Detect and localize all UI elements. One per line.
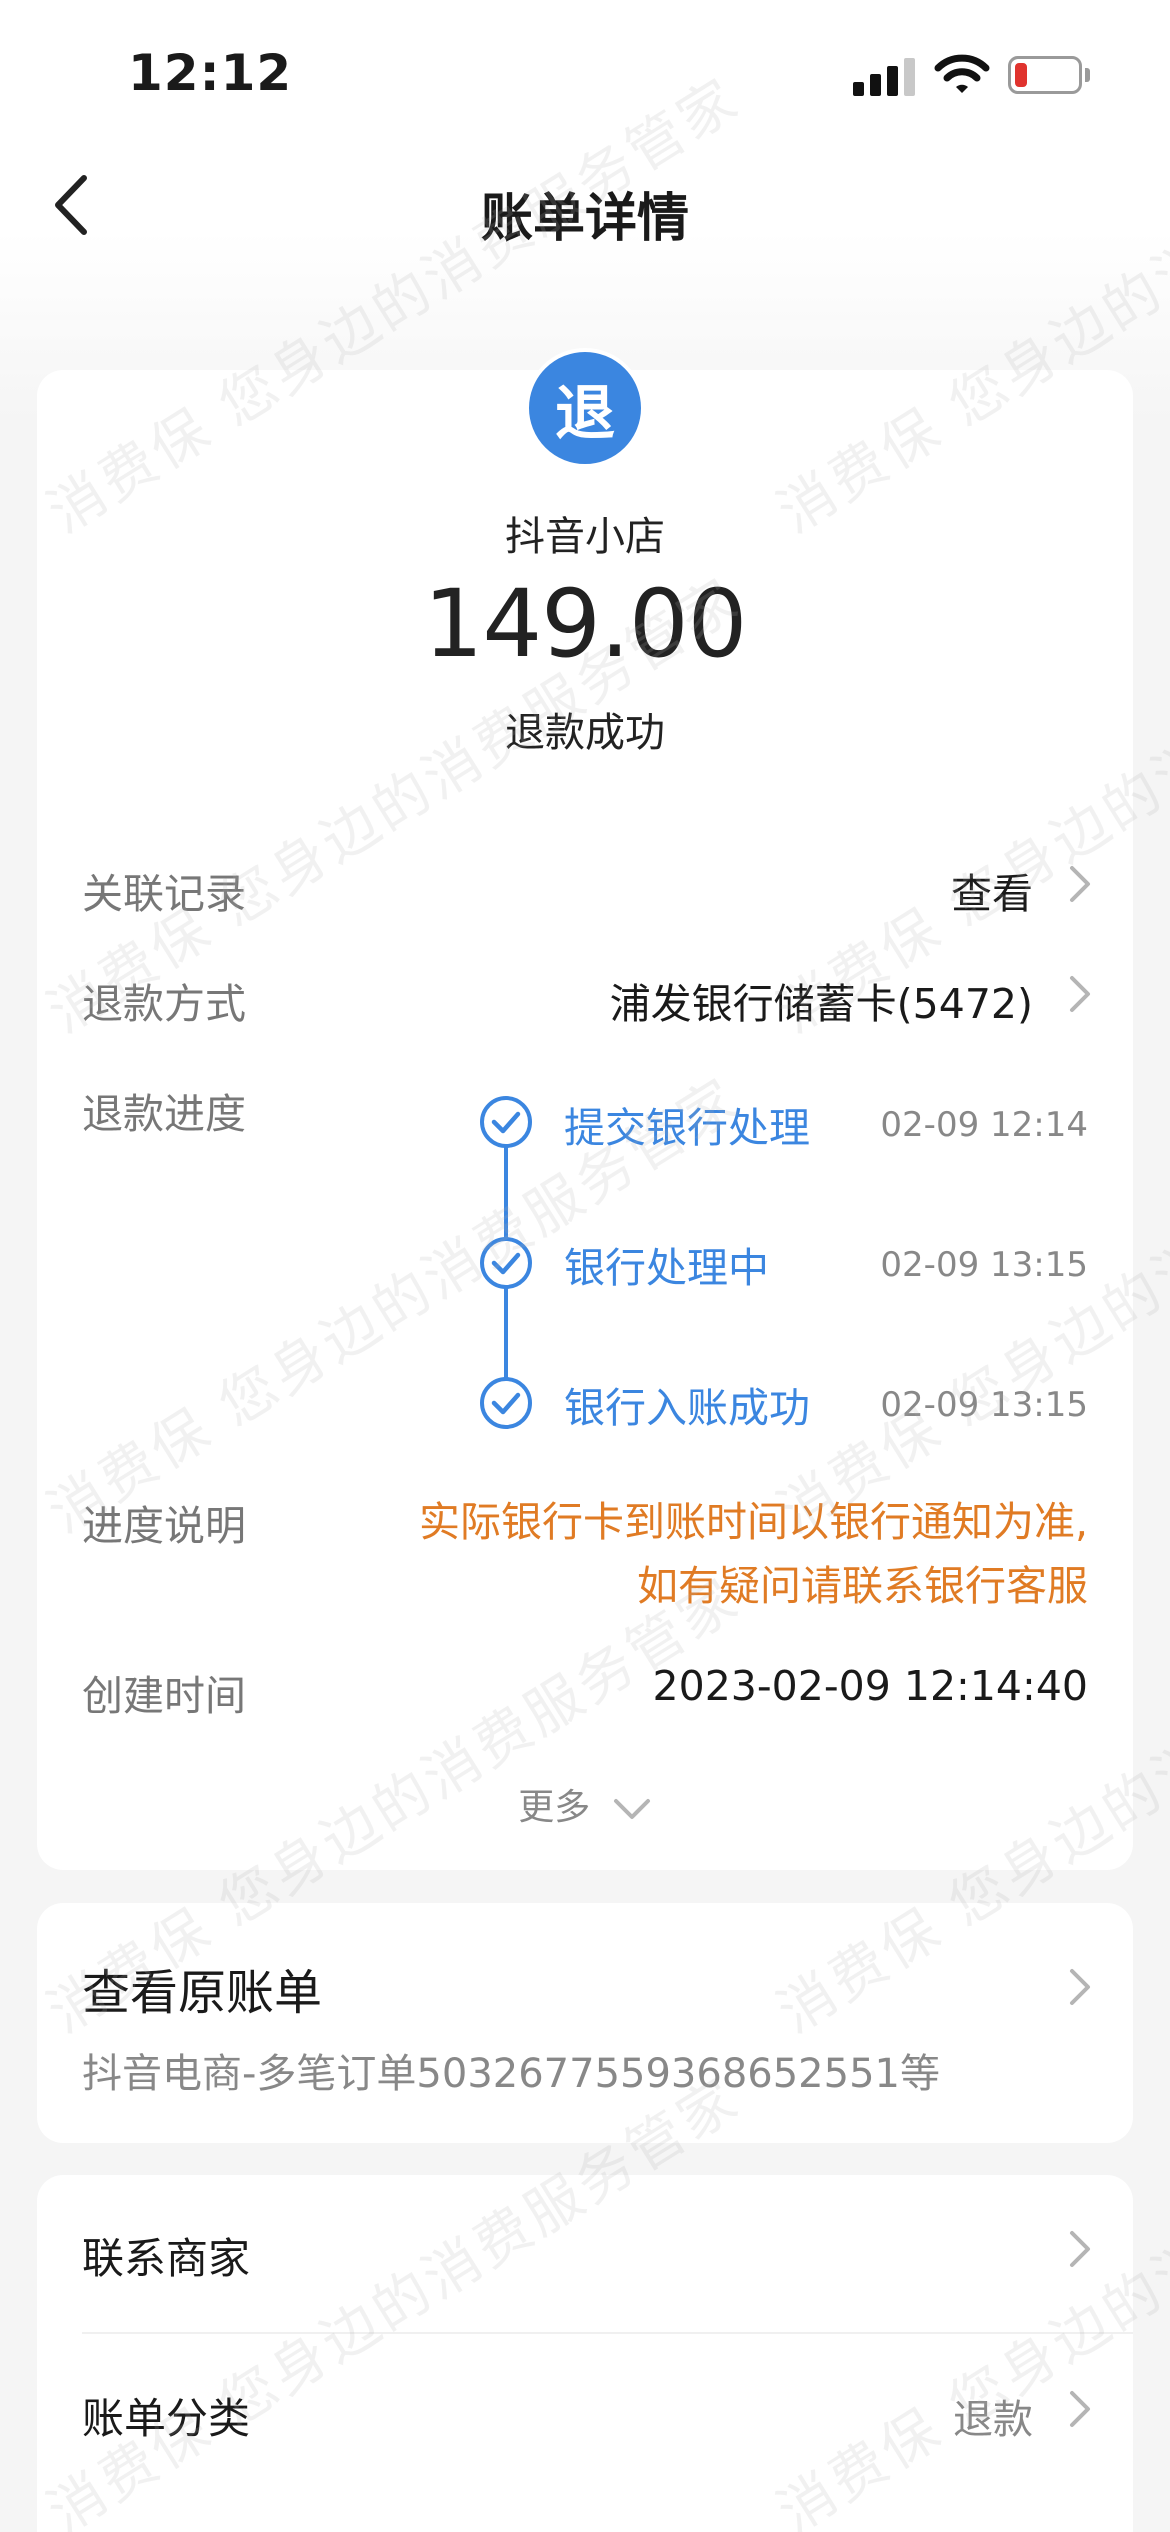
nav-bar: 账单详情 [0, 150, 1170, 260]
original-bill-card[interactable]: 查看原账单 抖音电商-多笔订单5032677559368652551等 [37, 1903, 1133, 2143]
cellular-signal-icon [853, 56, 917, 96]
chevron-right-icon [1070, 2391, 1090, 2427]
refund-method-label: 退款方式 [82, 980, 246, 1028]
more-label: 更多 [518, 1787, 591, 1828]
wifi-icon [934, 54, 990, 93]
created-time-value: 2023-02-09 12:14:40 [652, 1662, 1088, 1710]
page: 12:12 账单详情 退 抖音小店 149.00 退款成功 关联记录 查看 退款… [0, 0, 1170, 2532]
related-record-label: 关联记录 [82, 870, 246, 918]
battery-icon [1008, 56, 1090, 94]
page-title: 账单详情 [480, 189, 689, 249]
chevron-down-icon [613, 1799, 650, 1819]
check-circle-icon [480, 1237, 532, 1289]
original-bill-title: 查看原账单 [82, 1965, 323, 2021]
status-bar: 12:12 [0, 0, 1170, 150]
progress-note-line: 如有疑问请联系银行客服 [637, 1562, 1088, 1610]
related-record-view-link[interactable]: 查看 [951, 860, 1033, 920]
progress-step-label: 提交银行处理 [564, 1104, 810, 1152]
bill-detail-card: 退 抖音小店 149.00 退款成功 关联记录 查看 退款方式 浦发银行储蓄卡(… [37, 348, 1133, 1870]
check-circle-icon [480, 1377, 532, 1429]
chevron-right-icon[interactable] [1067, 974, 1093, 1014]
created-time-label: 创建时间 [82, 1672, 246, 1720]
refund-icon: 退 [525, 348, 645, 468]
progress-step-time: 02-09 12:14 [880, 1105, 1088, 1145]
chevron-right-icon[interactable] [1067, 864, 1093, 904]
progress-step-label: 银行处理中 [564, 1244, 769, 1292]
refund-progress-label: 退款进度 [82, 1090, 246, 1138]
contact-merchant-label: 联系商家 [82, 2234, 251, 2283]
bill-amount: 149.00 [423, 570, 748, 679]
actions-card: 联系商家 账单分类 退款 [37, 2175, 1133, 2532]
bill-category-value: 退款 [953, 2397, 1033, 2443]
progress-step-label: 银行入账成功 [564, 1384, 810, 1432]
progress-note-text: 实际银行卡到账时间以银行通知为准, 如有疑问请联系银行客服 [288, 1490, 1088, 1618]
chevron-right-icon [1070, 1969, 1090, 2005]
merchant-name: 抖音小店 [505, 514, 665, 560]
divider [82, 2332, 1133, 2334]
progress-note-line: 实际银行卡到账时间以银行通知为准, [418, 1498, 1088, 1546]
progress-step-time: 02-09 13:15 [880, 1245, 1088, 1285]
more-toggle[interactable]: 更多 [37, 1778, 1133, 1830]
progress-note-label: 进度说明 [82, 1502, 246, 1550]
original-bill-subtitle: 抖音电商-多笔订单5032677559368652551等 [82, 2051, 940, 2097]
check-circle-icon [480, 1096, 532, 1148]
progress-step-time: 02-09 13:15 [880, 1385, 1088, 1425]
bill-category-label: 账单分类 [82, 2394, 251, 2443]
refund-method-value[interactable]: 浦发银行储蓄卡(5472) [610, 970, 1033, 1030]
refund-status: 退款成功 [505, 710, 665, 756]
chevron-right-icon [1070, 2231, 1090, 2267]
status-time: 12:12 [128, 44, 293, 102]
